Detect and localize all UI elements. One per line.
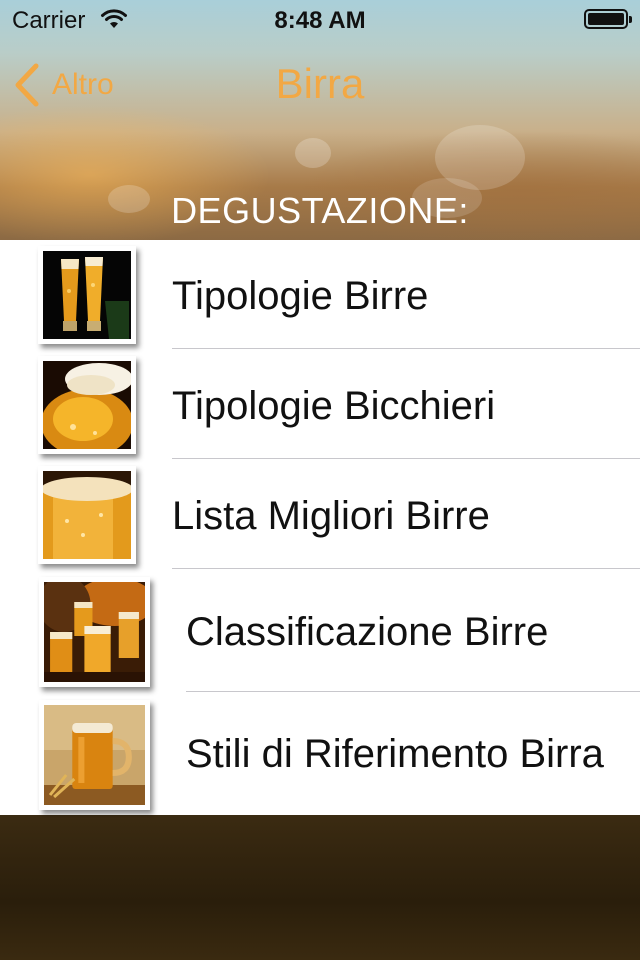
footer-background-image <box>0 815 640 960</box>
beer-mugs-barrel-image <box>39 577 150 687</box>
list-item-classificazione-birre[interactable]: Classificazione Birre <box>0 570 640 692</box>
page-title: Birra <box>275 60 365 107</box>
list-item-label: Tipologie Birre <box>172 274 429 318</box>
row-separator <box>172 568 640 569</box>
battery-icon <box>584 9 632 29</box>
beer-glass-foam-image <box>38 356 136 454</box>
two-beer-glasses-image <box>38 246 136 344</box>
list-item-label: Stili di Riferimento Birra <box>186 732 604 776</box>
status-bar: Carrier 8:48 AM <box>0 0 640 40</box>
list-item-tipologie-birre[interactable]: Tipologie Birre <box>0 240 640 350</box>
list-item-tipologie-bicchieri[interactable]: Tipologie Bicchieri <box>0 350 640 460</box>
list-item-label: Tipologie Bicchieri <box>172 384 496 428</box>
clock: 8:48 AM <box>274 7 366 34</box>
navigation-bar: Altro Birra <box>0 40 640 128</box>
list-item-stili-di-riferimento-birra[interactable]: Stili di Riferimento Birra <box>0 692 640 815</box>
row-separator <box>172 348 640 349</box>
beer-closeup-image <box>38 466 136 564</box>
list-item-label: Lista Migliori Birre <box>172 494 490 538</box>
menu-list: Tipologie Birre Tipologie Bicchieri List… <box>0 240 640 815</box>
row-separator <box>172 458 640 459</box>
section-header: DEGUSTAZIONE: <box>171 190 469 231</box>
list-item-label: Classificazione Birre <box>186 610 549 654</box>
beer-mug-wheat-image <box>39 700 150 810</box>
list-item-lista-migliori-birre[interactable]: Lista Migliori Birre <box>0 460 640 570</box>
